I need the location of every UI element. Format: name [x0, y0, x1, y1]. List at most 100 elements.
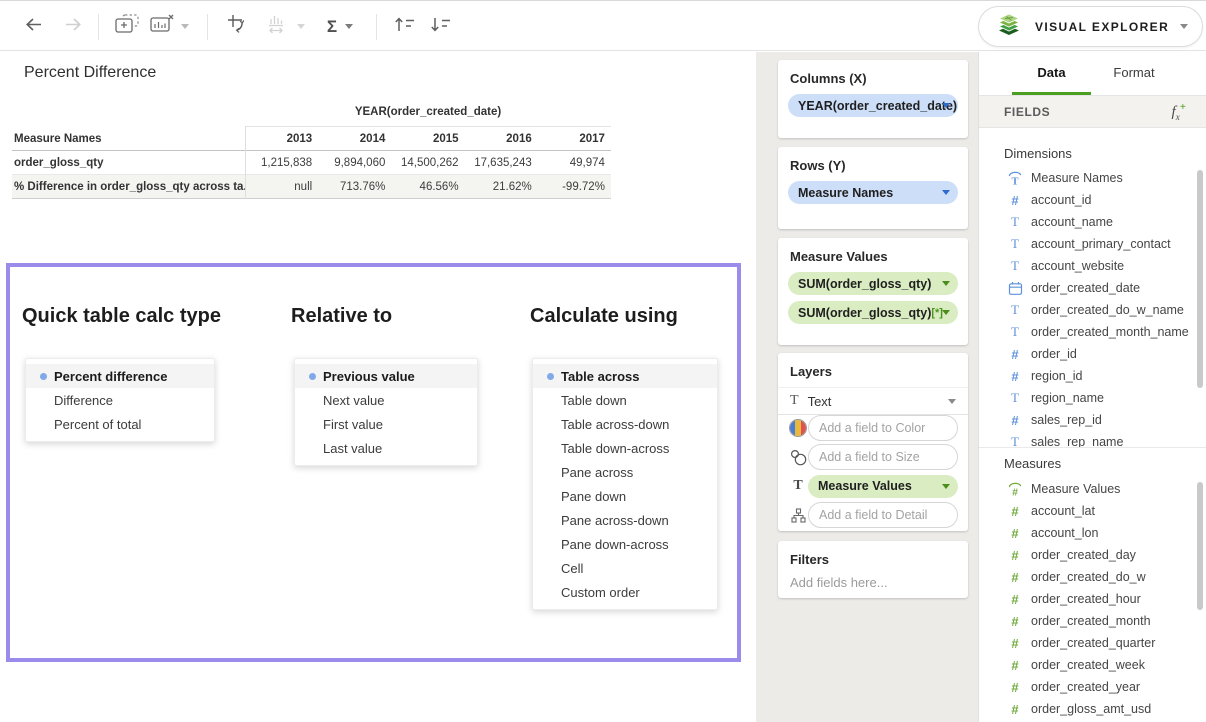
option[interactable]: Pane down-across — [533, 532, 717, 556]
measure-values-shelf: Measure Values SUM(order_gloss_qty) SUM(… — [778, 238, 968, 345]
option[interactable]: Last value — [295, 436, 477, 460]
color-encoding-row — [788, 415, 958, 441]
table-cell[interactable]: 713.76% — [318, 175, 391, 199]
swap-axes-button[interactable] — [220, 1, 256, 52]
field-item[interactable]: # T order_created_quarter — [979, 632, 1206, 654]
option[interactable]: Pane down — [533, 484, 717, 508]
field-item[interactable]: # T account_website — [979, 255, 1206, 277]
toolbar-separator — [98, 14, 99, 40]
field-item[interactable]: # T order_created_do_w_name — [979, 299, 1206, 321]
histogram-icon — [268, 14, 290, 39]
chevron-down-icon — [942, 190, 950, 195]
measures-scrollbar[interactable] — [1197, 482, 1203, 610]
option[interactable]: Cell — [533, 556, 717, 580]
sort-descending-button[interactable] — [426, 1, 456, 52]
field-item[interactable]: # T order_id — [979, 343, 1206, 365]
aggregate-button[interactable]: Σ — [318, 1, 362, 52]
tab-data[interactable]: Data — [1012, 52, 1091, 92]
number-icon: # — [1007, 592, 1023, 607]
field-item[interactable]: # T order_created_year — [979, 676, 1206, 698]
field-item[interactable]: # T order_created_day — [979, 544, 1206, 566]
option[interactable]: Custom order — [533, 580, 717, 604]
selected-dot-icon — [40, 373, 47, 380]
swap-axes-icon — [227, 14, 250, 40]
field-item[interactable]: # T account_primary_contact — [979, 233, 1206, 255]
table-cell[interactable]: 46.56% — [391, 175, 464, 199]
pill-label: Measure Names — [798, 186, 893, 200]
columns-pill[interactable]: YEAR(order_created_date) — [788, 94, 958, 117]
detail-field-input[interactable] — [808, 502, 958, 528]
table-cell[interactable]: 1,215,838 — [245, 151, 318, 175]
field-item[interactable]: # T region_name — [979, 387, 1206, 409]
field-name: region_name — [1031, 391, 1104, 405]
field-name: order_gloss_amt_usd — [1031, 702, 1151, 716]
field-item[interactable]: # T sales_rep_name — [979, 431, 1206, 447]
add-card-button[interactable] — [110, 1, 144, 52]
field-item[interactable]: # T sales_rep_id — [979, 409, 1206, 431]
field-item[interactable]: # T order_created_week — [979, 654, 1206, 676]
field-item[interactable]: # T order_created_month_name — [979, 321, 1206, 343]
option[interactable]: First value — [295, 412, 477, 436]
field-item[interactable]: # # T Measure Values — [979, 478, 1206, 500]
number-icon: # — [1007, 570, 1023, 585]
option[interactable]: Difference — [26, 388, 214, 412]
number-icon: # — [1007, 504, 1023, 519]
shelf-title: Rows (Y) — [790, 158, 956, 173]
option[interactable]: Next value — [295, 388, 477, 412]
field-item[interactable]: T # T Measure Names — [979, 167, 1206, 189]
table-cell[interactable]: null — [245, 175, 318, 199]
chevron-down-icon — [297, 24, 305, 29]
field-item[interactable]: # T order_created_hour — [979, 588, 1206, 610]
number-icon: # — [1007, 548, 1023, 563]
text-encoding-pill[interactable]: Measure Values — [808, 475, 958, 498]
measure-pill[interactable]: SUM(order_gloss_qty) — [788, 272, 958, 295]
sort-ascending-button[interactable] — [390, 1, 420, 52]
back-button[interactable] — [18, 1, 48, 52]
field-item[interactable]: # T order_created_do_w — [979, 566, 1206, 588]
option[interactable]: Table across-down — [533, 412, 717, 436]
layers-panel: Layers T Text T Measure Values — [778, 353, 968, 531]
field-item[interactable]: # T order_gloss_amt_usd — [979, 698, 1206, 720]
field-item[interactable]: # T region_id — [979, 365, 1206, 387]
filters-placeholder[interactable]: Add fields here... — [790, 575, 956, 590]
table-cell[interactable]: 14,500,262 — [391, 151, 464, 175]
field-item[interactable]: # T account_id — [979, 189, 1206, 211]
section-divider — [979, 447, 1206, 448]
table-cell[interactable]: 9,894,060 — [318, 151, 391, 175]
app-switcher[interactable]: VISUAL EXPLORER — [978, 6, 1203, 47]
field-item[interactable]: # T order_created_date — [979, 277, 1206, 299]
field-item[interactable]: # T account_name — [979, 211, 1206, 233]
field-name: order_created_do_w — [1031, 570, 1146, 584]
option[interactable]: Pane across — [533, 460, 717, 484]
option-selected[interactable]: Percent difference — [26, 364, 214, 388]
sort-ascending-icon — [394, 16, 416, 38]
field-item[interactable]: # T account_lon — [979, 522, 1206, 544]
forward-button[interactable] — [58, 1, 88, 52]
option-selected[interactable]: Previous value — [295, 364, 477, 388]
option[interactable]: Table down-across — [533, 436, 717, 460]
sort-descending-icon — [430, 16, 452, 38]
color-field-input[interactable] — [808, 415, 958, 441]
remove-chart-button[interactable] — [146, 1, 192, 52]
option-selected[interactable]: Table across — [533, 364, 717, 388]
measure-pill[interactable]: SUM(order_gloss_qty) [*] — [788, 301, 958, 324]
option[interactable]: Percent of total — [26, 412, 214, 436]
chart-type-button[interactable] — [260, 1, 312, 52]
rows-pill[interactable]: Measure Names — [788, 181, 958, 204]
option[interactable]: Pane across-down — [533, 508, 717, 532]
size-circles-icon — [788, 449, 808, 466]
add-formula-icon[interactable]: fx+ — [1172, 101, 1186, 122]
number-icon: # — [1007, 193, 1023, 208]
field-item[interactable]: # T account_lat — [979, 500, 1206, 522]
detail-icon — [788, 508, 808, 523]
tab-format[interactable]: Format — [1099, 52, 1169, 92]
table-cell[interactable]: 21.62% — [465, 175, 538, 199]
dimensions-scrollbar[interactable] — [1197, 170, 1203, 388]
mark-type-selector[interactable]: T Text — [778, 387, 968, 415]
table-cell[interactable]: 49,974 — [538, 151, 611, 175]
size-field-input[interactable] — [808, 444, 958, 470]
field-item[interactable]: # T order_created_month — [979, 610, 1206, 632]
table-cell[interactable]: -99.72% — [538, 175, 611, 199]
table-cell[interactable]: 17,635,243 — [465, 151, 538, 175]
option[interactable]: Table down — [533, 388, 717, 412]
